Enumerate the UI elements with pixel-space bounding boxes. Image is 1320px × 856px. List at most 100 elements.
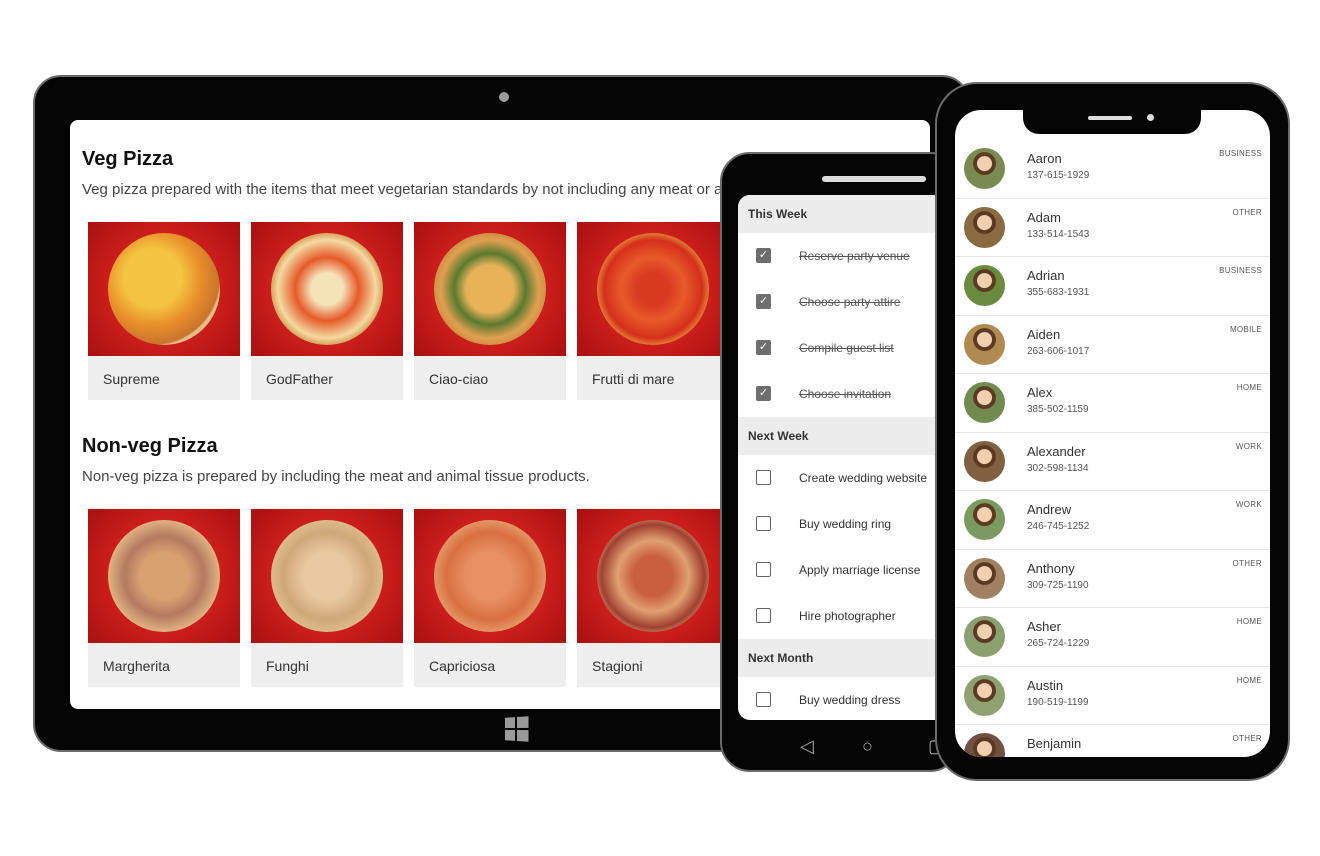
contact-row[interactable]: Aiden 263-606-1017 MOBILE (955, 316, 1270, 374)
contact-phone: 385-502-1159 (1027, 404, 1089, 415)
contact-type: MOBILE (1229, 324, 1262, 334)
android-device: This Week ✓ Reserve party venue ✓ Choose par… (720, 152, 968, 772)
contact-row[interactable]: Alex 385-502-1159 HOME (955, 374, 1270, 433)
task-text: Choose party attire (799, 295, 901, 309)
contact-name: Aaron (1027, 151, 1062, 166)
task-text: Buy wedding ring (799, 517, 892, 531)
task-text: Create wedding website (799, 471, 928, 485)
task-text: Hire photographer (799, 609, 896, 623)
contact-row[interactable]: Alexander 302-598-1134 WORK (955, 433, 1270, 491)
contact-phone: 355-683-1931 (1027, 287, 1090, 298)
pizza-card[interactable]: Funghi (251, 509, 403, 687)
group-header: This Week (738, 195, 968, 233)
contact-name: Austin (1027, 677, 1064, 693)
avatar (964, 148, 1005, 189)
task-text: Compile guest list (799, 341, 894, 355)
task-text: Reserve party venue (799, 249, 910, 263)
task-item[interactable]: ✓ Reserve party venue (738, 233, 968, 279)
contact-row[interactable]: Benjamin OTHER (955, 725, 1270, 757)
checkbox[interactable] (756, 608, 771, 623)
avatar (964, 733, 1005, 757)
avatar (964, 265, 1005, 306)
pizza-card[interactable]: Ciao-ciao (414, 222, 566, 400)
nonveg-title: Non-veg Pizza (82, 435, 218, 457)
contacts-screen: Aaron 137-615-1929 BUSINESS Adam 133-514-154… (955, 110, 1270, 757)
avatar (964, 674, 1005, 716)
contact-row[interactable]: Andrew 246-745-1252 WORK (955, 491, 1270, 550)
avatar (964, 206, 1005, 248)
pizza-card[interactable]: GodFather (251, 222, 403, 400)
pizza-image (251, 222, 403, 356)
pizza-card[interactable]: Frutti di mare (577, 222, 729, 400)
contact-type: WORK (1235, 500, 1262, 509)
contact-row[interactable]: Anthony 309-725-1190 OTHER (955, 550, 1270, 608)
contact-type: HOME (1236, 617, 1262, 626)
notch (1023, 110, 1201, 134)
pizza-image (577, 509, 729, 643)
contact-name: Alex (1027, 385, 1053, 400)
checkbox[interactable]: ✓ (756, 340, 771, 355)
contact-type: OTHER (1232, 734, 1262, 743)
pizza-image (88, 509, 240, 643)
pizza-name: Margherita (103, 658, 170, 674)
pizza-image (251, 509, 403, 643)
checkbox[interactable] (756, 562, 771, 577)
checkbox[interactable]: ✓ (756, 248, 771, 263)
contact-type: BUSINESS (1219, 266, 1262, 275)
task-item[interactable]: ✓ Choose invitation (738, 371, 968, 417)
task-item[interactable]: ✓ Compile guest list (738, 325, 968, 371)
task-text: Choose invitation (799, 387, 892, 401)
pizza-name: GodFather (266, 371, 333, 387)
contact-row[interactable]: Austin 190-519-1199 HOME (955, 667, 1270, 725)
contact-type: HOME (1236, 383, 1262, 392)
contact-row[interactable]: Adrian 355-683-1931 BUSINESS (955, 257, 1270, 316)
contact-name: Aiden (1027, 326, 1061, 342)
contact-row[interactable]: Adam 133-514-1543 OTHER (955, 199, 1270, 257)
back-icon[interactable]: ◁ (800, 736, 814, 757)
task-item[interactable]: Buy wedding ring (738, 501, 968, 547)
checkbox[interactable]: ✓ (756, 294, 771, 309)
contact-phone: 309-725-1190 (1027, 579, 1089, 591)
contact-name: Adrian (1027, 268, 1065, 283)
pizza-card[interactable]: Capriciosa (414, 509, 566, 687)
contact-type: OTHER (1232, 558, 1262, 568)
group-header: Next Month (738, 639, 968, 677)
checkbox[interactable] (756, 470, 771, 485)
avatar (964, 557, 1005, 599)
speaker (822, 176, 926, 182)
pizza-name: Stagioni (592, 658, 643, 674)
contact-phone: 246-745-1252 (1027, 521, 1090, 532)
contact-phone: 133-514-1543 (1027, 228, 1090, 240)
pizza-card[interactable]: Stagioni (577, 509, 729, 687)
checkbox[interactable]: ✓ (756, 386, 771, 401)
checkbox[interactable] (756, 692, 771, 707)
contact-phone: 302-598-1134 (1027, 462, 1089, 474)
contact-name: Asher (1027, 619, 1061, 634)
avatar (964, 499, 1005, 540)
checkbox[interactable] (756, 516, 771, 531)
contact-type: HOME (1236, 675, 1262, 685)
contact-phone: 265-724-1229 (1027, 638, 1090, 649)
pizza-image (88, 222, 240, 356)
task-item[interactable]: Apply marriage license (738, 547, 968, 593)
contact-type: BUSINESS (1219, 149, 1262, 158)
contact-row[interactable]: Aaron 137-615-1929 BUSINESS (955, 140, 1270, 199)
task-item[interactable]: Hire photographer (738, 593, 968, 639)
avatar (964, 616, 1005, 657)
pizza-name: Ciao-ciao (429, 371, 489, 387)
contact-name: Alexander (1027, 443, 1086, 459)
pizza-name: Supreme (103, 371, 160, 387)
task-item[interactable]: Buy wedding dress (738, 677, 968, 720)
group-header: Next Week (738, 417, 968, 455)
avatar (964, 323, 1005, 365)
contact-type: OTHER (1232, 207, 1262, 217)
task-item[interactable]: ✓ Choose party attire (738, 279, 968, 325)
windows-logo-icon[interactable] (504, 716, 529, 742)
task-text: Buy wedding dress (799, 693, 901, 707)
iphone-device: Aaron 137-615-1929 BUSINESS Adam 133-514-154… (935, 82, 1290, 781)
contact-row[interactable]: Asher 265-724-1229 HOME (955, 608, 1270, 667)
task-item[interactable]: Create wedding website (738, 455, 968, 501)
home-icon[interactable]: ○ (862, 736, 873, 757)
pizza-card[interactable]: Supreme (88, 222, 240, 400)
pizza-card[interactable]: Margherita (88, 509, 240, 687)
